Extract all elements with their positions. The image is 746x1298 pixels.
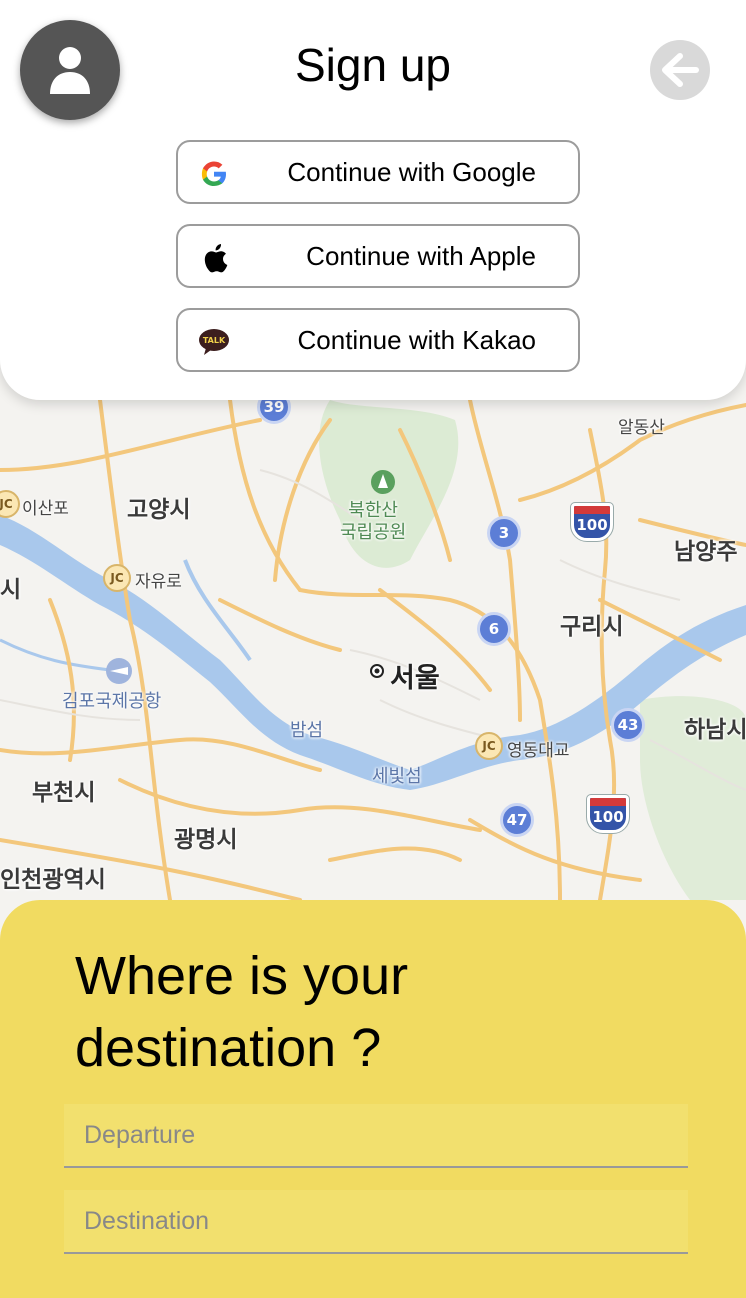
map-label-namyangju: 남양주 (674, 539, 738, 565)
map-label-jayuro: 자유로 (135, 572, 182, 592)
map-label-bucheon: 부천시 (32, 780, 96, 806)
highway-shield: 100 (570, 502, 614, 542)
svg-text:TALK: TALK (203, 336, 226, 345)
junction-marker: JC (103, 564, 131, 592)
map-label-sebitseom: 세빛섬 (372, 766, 422, 787)
auth-button-label: Continue with Kakao (297, 325, 536, 355)
map-label-goyang: 고양시 (127, 497, 191, 523)
route-shield: 3 (487, 516, 521, 550)
destination-panel: Where is your destination ? (0, 900, 746, 1298)
map-label-yeongdong: 영동대교 (507, 741, 570, 761)
route-shield: 47 (500, 803, 534, 837)
map-label-bukhansan: 북한산 국립공원 (340, 500, 407, 543)
arrow-left-icon (662, 53, 699, 87)
map-label-guri: 구리시 (560, 614, 624, 640)
signup-panel: Sign up Continue with Google Continue wi… (0, 0, 746, 400)
back-button[interactable] (650, 40, 710, 100)
map-label-seoul: 서울 (390, 663, 440, 694)
departure-input[interactable] (64, 1104, 688, 1168)
continue-with-apple-button[interactable]: Continue with Apple (176, 224, 580, 288)
map-label-hanam: 하남시 (684, 717, 746, 743)
continue-with-kakao-button[interactable]: TALK Continue with Kakao (176, 308, 580, 372)
page-title: Sign up (294, 39, 451, 91)
route-shield: 43 (611, 708, 645, 742)
map-label-incheon: 인천광역시 (0, 867, 106, 893)
auth-button-label: Continue with Apple (306, 241, 536, 271)
destination-input[interactable] (64, 1190, 688, 1254)
map-label-bamseom: 밤섬 (290, 720, 324, 741)
destination-heading: Where is your destination ? (75, 946, 409, 1078)
map-label-aldongsan: 알동산 (618, 418, 665, 438)
kakao-talk-icon: TALK (198, 326, 230, 358)
junction-marker: JC (475, 732, 503, 760)
map-label-ilsanpo: 이산포 (22, 499, 69, 519)
map-label-si: 시 (0, 577, 22, 603)
auth-button-label: Continue with Google (287, 157, 536, 187)
map-label-gimpo-airport: 김포국제공항 (62, 691, 162, 712)
google-logo-icon (198, 158, 230, 190)
highway-shield: 100 (586, 794, 630, 834)
route-shield: 6 (477, 612, 511, 646)
apple-logo-icon (198, 242, 230, 274)
map-label-gwangmyeong: 광명시 (174, 827, 238, 853)
continue-with-google-button[interactable]: Continue with Google (176, 140, 580, 204)
